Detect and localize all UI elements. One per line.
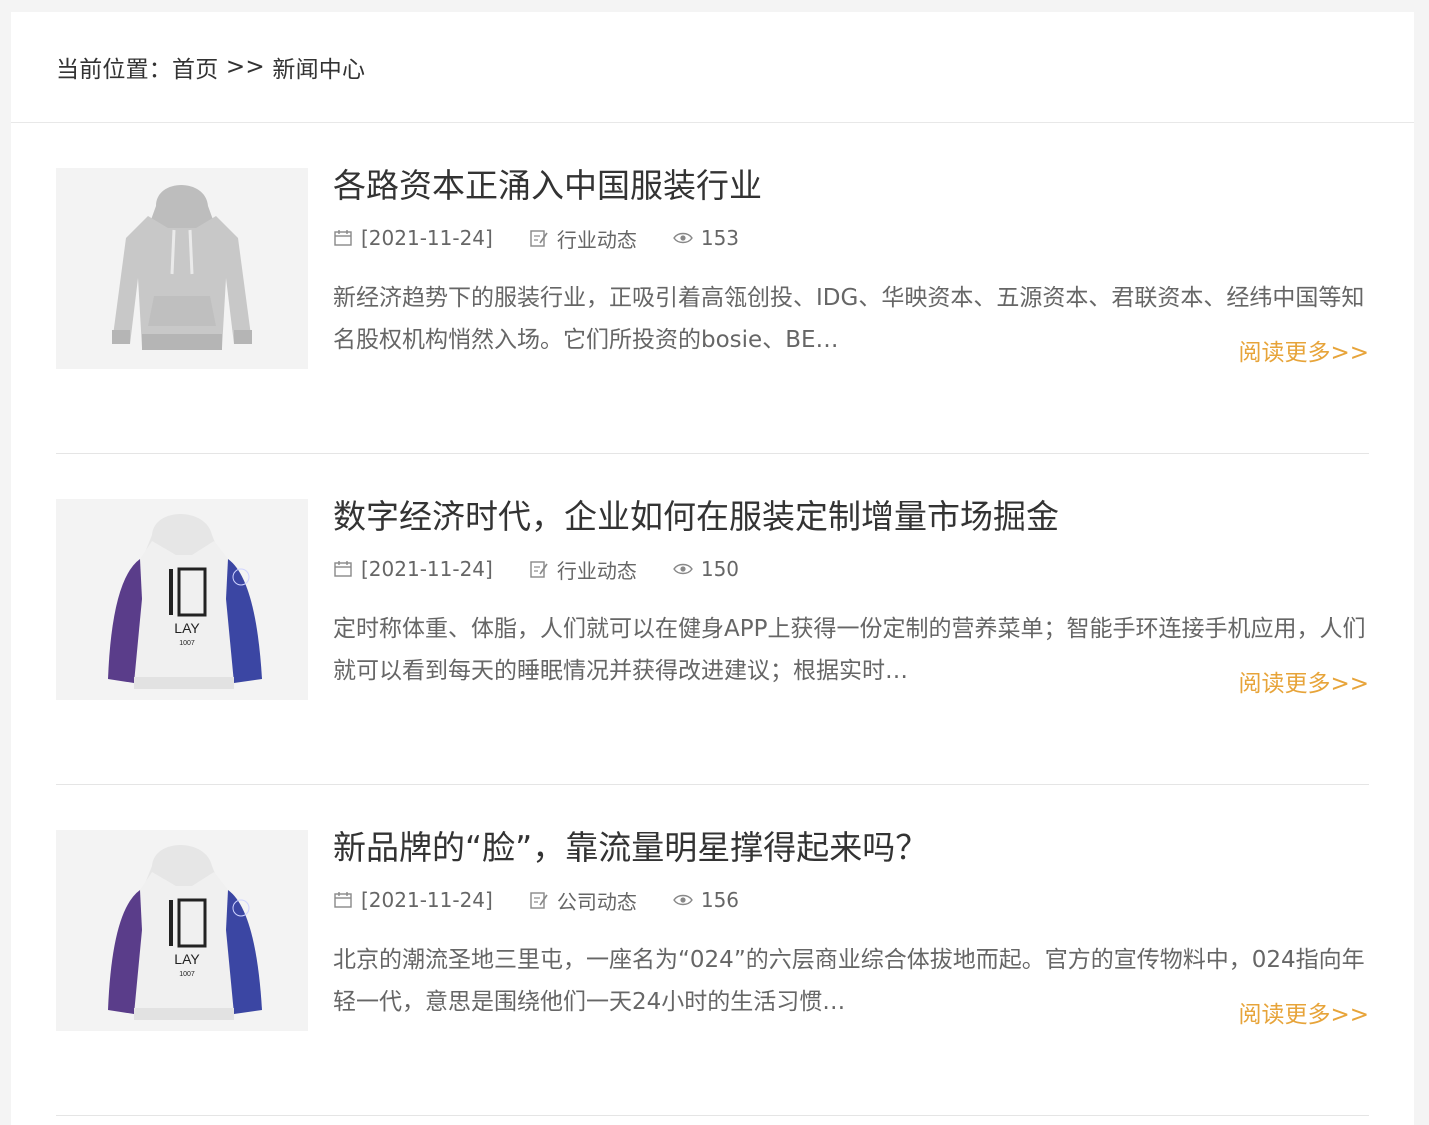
- breadcrumb: 当前位置： 首页 >> 新闻中心: [11, 12, 1414, 123]
- eye-icon: [673, 563, 693, 575]
- calendar-icon: [334, 561, 352, 577]
- article-meta: [2021-11-24] 公司动态 156: [333, 885, 1369, 915]
- article-content: 新品牌的“脸”，靠流量明星撑得起来吗？ [2021-11-24] 公司动态 15…: [333, 825, 1369, 1023]
- article-summary: 新经济趋势下的服装行业，正吸引着高瓴创投、IDG、华映资本、五源资本、君联资本、…: [333, 285, 1365, 353]
- article-category[interactable]: 公司动态: [557, 886, 637, 915]
- calendar-icon: [334, 892, 352, 908]
- grey-hoodie-image: [56, 168, 308, 369]
- article-meta: [2021-11-24] 行业动态 150: [333, 554, 1369, 584]
- article-date: [2021-11-24]: [361, 226, 493, 250]
- eye-icon: [673, 894, 693, 906]
- article-title[interactable]: 新品牌的“脸”，靠流量明星撑得起来吗？: [333, 825, 1369, 871]
- article-thumbnail[interactable]: LAY 1007: [56, 830, 308, 1031]
- article-title[interactable]: 各路资本正涌入中国服装行业: [333, 163, 1369, 209]
- breadcrumb-current[interactable]: 新闻中心: [272, 50, 365, 84]
- edit-note-icon: [530, 230, 548, 247]
- svg-text:LAY: LAY: [174, 620, 200, 636]
- svg-text:1007: 1007: [179, 971, 195, 978]
- article-views: 153: [700, 226, 740, 250]
- read-more-link[interactable]: 阅读更多>>: [1238, 995, 1369, 1029]
- white-purple-hoodie-image: LAY 1007: [56, 499, 308, 700]
- read-more-link[interactable]: 阅读更多>>: [1238, 333, 1369, 367]
- read-more-link[interactable]: 阅读更多>>: [1238, 664, 1369, 698]
- article-views: 150: [700, 557, 740, 581]
- eye-icon: [673, 232, 693, 244]
- calendar-icon: [334, 230, 352, 246]
- article-list: 各路资本正涌入中国服装行业 [2021-11-24] 行业动态 153 新经济趋…: [56, 123, 1369, 1116]
- article-title[interactable]: 数字经济时代，企业如何在服装定制增量市场掘金: [333, 494, 1369, 540]
- news-panel: 当前位置： 首页 >> 新闻中心 各路资本正涌入中国服装行业 [2021-11-…: [11, 12, 1414, 1125]
- article-category[interactable]: 行业动态: [557, 224, 637, 253]
- article-date: [2021-11-24]: [361, 557, 493, 581]
- breadcrumb-separator: >>: [225, 54, 265, 80]
- article-summary: 定时称体重、体脂，人们就可以在健身APP上获得一份定制的营养菜单；智能手环连接手…: [333, 616, 1366, 684]
- article-item: LAY 1007 新品牌的“脸”，靠流量明星撑得起来吗？ [2021-11-24…: [56, 785, 1369, 1116]
- svg-text:LAY: LAY: [174, 951, 200, 967]
- article-thumbnail[interactable]: [56, 168, 308, 369]
- article-item: 各路资本正涌入中国服装行业 [2021-11-24] 行业动态 153 新经济趋…: [56, 123, 1369, 454]
- article-category[interactable]: 行业动态: [557, 555, 637, 584]
- article-views: 156: [700, 888, 740, 912]
- edit-note-icon: [530, 561, 548, 578]
- breadcrumb-home-link[interactable]: 首页: [172, 50, 218, 84]
- article-summary: 北京的潮流圣地三里屯，一座名为“024”的六层商业综合体拔地而起。官方的宣传物料…: [333, 947, 1365, 1015]
- edit-note-icon: [530, 892, 548, 909]
- article-date: [2021-11-24]: [361, 888, 493, 912]
- article-content: 数字经济时代，企业如何在服装定制增量市场掘金 [2021-11-24] 行业动态…: [333, 494, 1369, 692]
- article-item: LAY 1007 数字经济时代，企业如何在服装定制增量市场掘金 [2021-11…: [56, 454, 1369, 785]
- svg-text:1007: 1007: [179, 640, 195, 647]
- white-purple-hoodie-image: LAY 1007: [56, 830, 308, 1031]
- article-thumbnail[interactable]: LAY 1007: [56, 499, 308, 700]
- article-content: 各路资本正涌入中国服装行业 [2021-11-24] 行业动态 153 新经济趋…: [333, 163, 1369, 361]
- breadcrumb-prefix: 当前位置：: [56, 57, 172, 83]
- article-meta: [2021-11-24] 行业动态 153: [333, 223, 1369, 253]
